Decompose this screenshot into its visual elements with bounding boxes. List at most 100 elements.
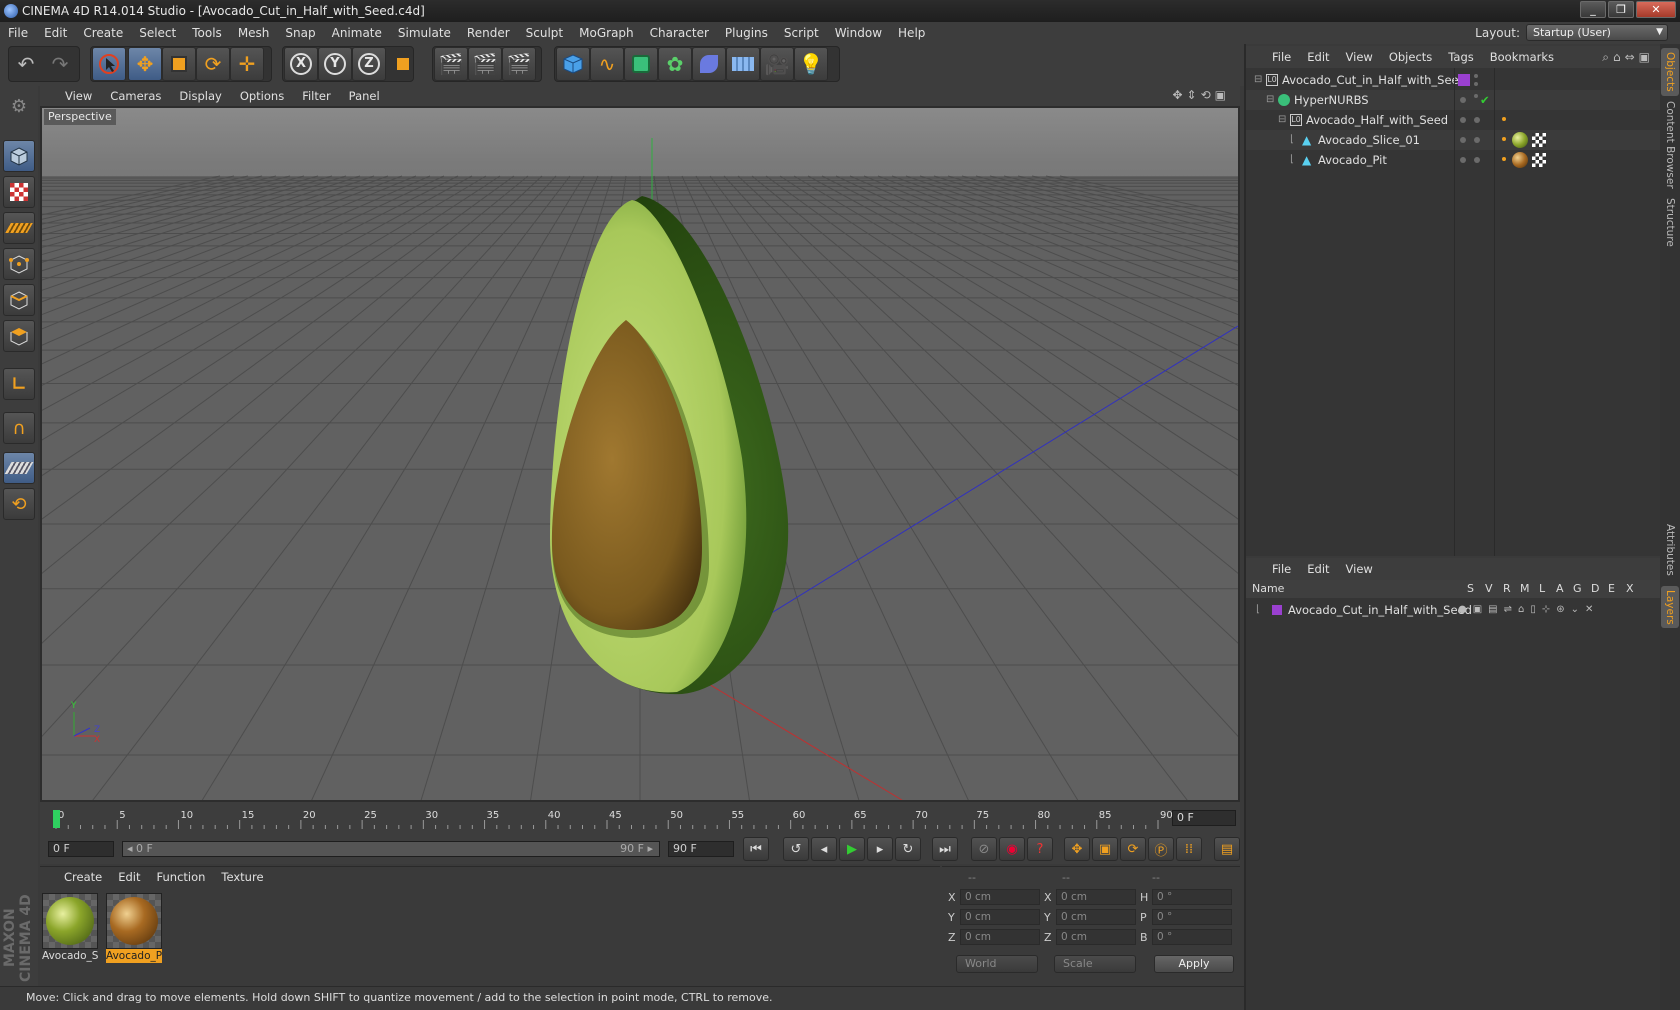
edit-render-settings-icon[interactable]: 🎬 — [502, 47, 536, 81]
polygons-mode-icon[interactable] — [3, 320, 35, 352]
make-editable-icon[interactable]: ⚙ — [3, 90, 35, 122]
uvw-tag-icon[interactable] — [1532, 133, 1546, 147]
menu-render[interactable]: Render — [459, 22, 518, 44]
camera-icon[interactable]: 🎥 — [760, 47, 794, 81]
viewport-menu-filter[interactable]: Filter — [293, 85, 339, 107]
menu-character[interactable]: Character — [642, 22, 717, 44]
workplane-mode-icon[interactable] — [3, 212, 35, 244]
material-tag-icon[interactable] — [1512, 132, 1528, 148]
key-scale-icon[interactable]: ▣ — [1092, 837, 1118, 861]
model-mode-icon[interactable] — [3, 140, 35, 172]
snap-magnet-icon[interactable]: ∩ — [3, 412, 35, 444]
current-frame-field[interactable]: 0 F — [1172, 810, 1236, 826]
go-to-start-icon[interactable]: ⏮ — [743, 837, 769, 861]
objects-menu-view[interactable]: View — [1338, 46, 1381, 68]
next-key-icon[interactable]: ↻ — [895, 837, 921, 861]
planar-workplane-icon[interactable]: ⟲ — [3, 488, 35, 520]
timeline-ruler[interactable]: 0 5 10 15 20 25 30 35 40 45 50 55 60 65 70 75 80 85 90 — [50, 808, 1178, 830]
pos-x-field[interactable]: 0 cm — [960, 889, 1040, 905]
layout-select[interactable]: Startup (User) ▼ — [1526, 24, 1668, 41]
deformer-icon[interactable] — [692, 47, 726, 81]
start-frame-field[interactable]: 0 F — [48, 841, 114, 857]
tab-layers[interactable]: Layers — [1661, 586, 1679, 628]
pos-y-field[interactable]: 0 cm — [960, 909, 1040, 925]
key-position-icon[interactable]: ✥ — [1064, 837, 1090, 861]
maximize-button[interactable]: ❐ — [1608, 1, 1634, 18]
render-dot-icon[interactable] — [1474, 117, 1480, 123]
previous-frame-icon[interactable]: ◂ — [811, 837, 837, 861]
render-dot-icon[interactable] — [1474, 82, 1478, 86]
layer-flags-icons[interactable]: ●▣▤⇌⌂▯⊹⊛⌄✕ — [1458, 600, 1599, 620]
rot-h-field[interactable]: 0 ° — [1152, 889, 1232, 905]
render-dot-icon[interactable] — [1474, 157, 1480, 163]
layer-col-v[interactable]: V — [1485, 580, 1493, 598]
edges-mode-icon[interactable] — [3, 284, 35, 316]
record-keys-disabled-icon[interactable]: ⊘ — [971, 837, 997, 861]
viewport-menu-display[interactable]: Display — [170, 85, 230, 107]
viewport-nav-icons[interactable]: ✥⇕⟲▣ — [1172, 88, 1230, 102]
timeline-window-icon[interactable]: ▤ — [1214, 837, 1240, 861]
visibility-dot-icon[interactable] — [1460, 97, 1466, 103]
viewport-menu-panel[interactable]: Panel — [340, 85, 389, 107]
tab-objects[interactable]: Objects — [1661, 48, 1679, 96]
objects-menu-bookmarks[interactable]: Bookmarks — [1482, 46, 1562, 68]
material-menu-texture[interactable]: Texture — [213, 866, 271, 888]
size-x-field[interactable]: 0 cm — [1056, 889, 1136, 905]
undo-icon[interactable]: ↶ — [10, 47, 42, 81]
size-mode-select[interactable]: Scale — [1054, 955, 1136, 973]
redo-icon[interactable]: ↷ — [44, 47, 76, 81]
material-tag-icon[interactable] — [1512, 152, 1528, 168]
z-axis-icon[interactable]: Z — [352, 47, 386, 81]
viewport-menu-options[interactable]: Options — [231, 85, 293, 107]
x-axis-icon[interactable]: X — [284, 47, 318, 81]
perspective-viewport[interactable]: Perspective Y Z X — [40, 106, 1240, 802]
menu-mesh[interactable]: Mesh — [230, 22, 278, 44]
key-rotation-icon[interactable]: ⟳ — [1120, 837, 1146, 861]
objects-menu-edit[interactable]: Edit — [1299, 46, 1337, 68]
points-mode-icon[interactable] — [3, 248, 35, 280]
layer-color-icon[interactable] — [1272, 605, 1282, 615]
size-z-field[interactable]: 0 cm — [1056, 929, 1136, 945]
menu-animate[interactable]: Animate — [324, 22, 390, 44]
light-icon[interactable]: 💡 — [794, 47, 828, 81]
coordinate-system-icon[interactable] — [386, 47, 420, 81]
axis-mode-icon[interactable]: ∟ — [3, 368, 35, 400]
menu-mograph[interactable]: MoGraph — [571, 22, 642, 44]
tree-toggle-icon[interactable]: ⊟ — [1266, 90, 1274, 110]
objects-menu-file[interactable]: File — [1264, 46, 1299, 68]
next-frame-icon[interactable]: ▸ — [867, 837, 893, 861]
layer-col-m[interactable]: M — [1520, 580, 1530, 598]
menu-script[interactable]: Script — [776, 22, 827, 44]
menu-select[interactable]: Select — [131, 22, 184, 44]
playhead-marker[interactable] — [53, 810, 60, 828]
rotate-icon[interactable]: ⟳ — [196, 47, 230, 81]
coordinate-mode-select[interactable]: World — [956, 955, 1038, 973]
visibility-dot-icon[interactable] — [1460, 117, 1466, 123]
material-menu-create[interactable]: Create — [56, 866, 110, 888]
play-icon[interactable]: ▶ — [839, 837, 865, 861]
menu-simulate[interactable]: Simulate — [390, 22, 459, 44]
live-selection-icon[interactable] — [92, 47, 126, 81]
render-dot-icon[interactable] — [1474, 137, 1480, 143]
nurbs-icon[interactable] — [624, 47, 658, 81]
editor-dot-icon[interactable] — [1474, 94, 1478, 98]
menu-file[interactable]: File — [0, 22, 36, 44]
objects-menu-tags[interactable]: Tags — [1440, 46, 1481, 68]
layer-col-e[interactable]: E — [1608, 580, 1615, 598]
render-view-icon[interactable]: 🎬 — [434, 47, 468, 81]
visibility-dot-icon[interactable] — [1460, 157, 1466, 163]
menu-tools[interactable]: Tools — [184, 22, 230, 44]
minimize-button[interactable]: _ — [1580, 1, 1606, 18]
floor-icon[interactable] — [726, 47, 760, 81]
spline-icon[interactable]: ∿ — [590, 47, 624, 81]
layers-menu-file[interactable]: File — [1264, 558, 1299, 580]
material-menu-function[interactable]: Function — [149, 866, 214, 888]
tree-toggle-icon[interactable]: ⊟ — [1254, 70, 1262, 90]
menu-plugins[interactable]: Plugins — [717, 22, 776, 44]
objects-panel-tool-icons[interactable]: ⌕⌂⇔▣ — [1602, 50, 1654, 65]
layer-col-l[interactable]: L — [1539, 580, 1545, 598]
visibility-dot-icon[interactable] — [1474, 74, 1478, 78]
go-to-end-icon[interactable]: ⏭ — [932, 837, 958, 861]
uvw-tag-icon[interactable] — [1532, 153, 1546, 167]
add-icon[interactable]: ✛ — [230, 47, 264, 81]
